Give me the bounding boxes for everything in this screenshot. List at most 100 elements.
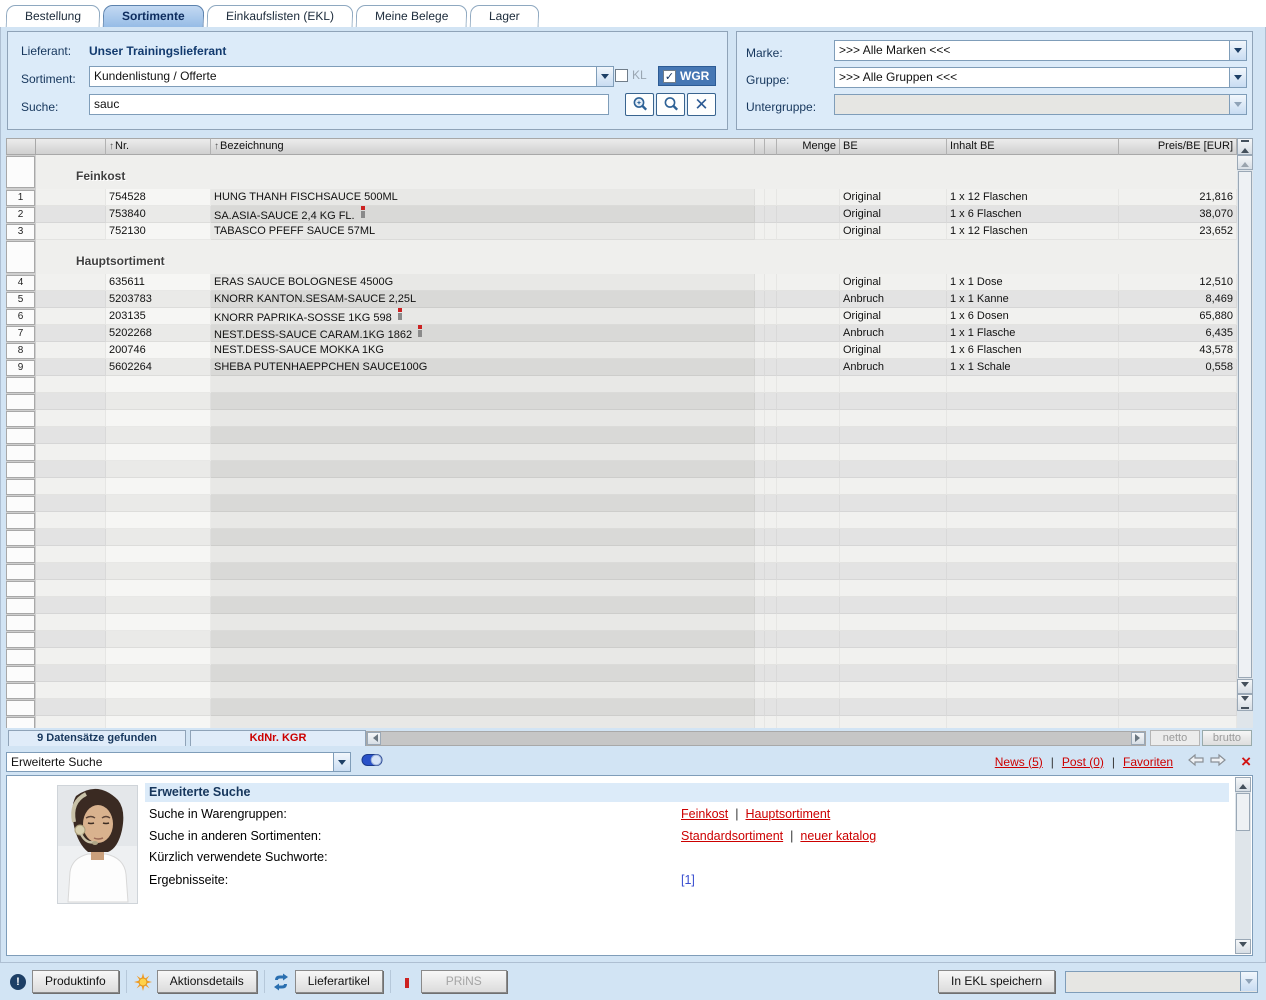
- wgr-checkbox[interactable]: [663, 70, 676, 83]
- tab-meine-belege[interactable]: Meine Belege: [355, 5, 467, 27]
- item-info-icon[interactable]: [418, 325, 422, 337]
- cell-c6: [840, 410, 947, 427]
- table-row[interactable]: 3752130TABASCO PFEFF SAUCE 57MLOriginal1…: [6, 223, 1237, 240]
- header-menge[interactable]: Menge: [777, 138, 840, 155]
- sortiment-combobox[interactable]: Kundenlistung / Offerte: [89, 66, 614, 87]
- tab-lager[interactable]: Lager: [470, 5, 539, 27]
- cell-c7: [947, 427, 1119, 444]
- chevron-down-icon[interactable]: [1229, 41, 1246, 60]
- lieferartikel-button[interactable]: Lieferartikel: [295, 970, 383, 993]
- table-row[interactable]: 75202268NEST.DESS-SAUCE CARAM.1KG 1862An…: [6, 325, 1237, 342]
- scroll-to-bottom-button[interactable]: [1237, 694, 1253, 711]
- search-button[interactable]: [656, 93, 685, 116]
- table-row[interactable]: 2753840SA.ASIA-SAUCE 2,4 KG FL.Original1…: [6, 206, 1237, 223]
- netto-button[interactable]: netto: [1150, 730, 1200, 746]
- prins-info-icon: [397, 976, 417, 988]
- record-count-tab[interactable]: 9 Datensätze gefunden: [8, 730, 186, 746]
- cell-c2: NEST.DESS-SAUCE MOKKA 1KG: [211, 342, 755, 359]
- cell-c3: [755, 393, 765, 410]
- cell-c7: [947, 376, 1119, 393]
- scroll-to-top-button[interactable]: [1237, 138, 1253, 155]
- chevron-down-icon[interactable]: [1229, 68, 1246, 87]
- scroll-right-button[interactable]: [1131, 732, 1145, 745]
- table-row[interactable]: 6203135KNORR PAPRIKA-SOSSE 1KG 598Origin…: [6, 308, 1237, 325]
- neuer-katalog-link[interactable]: neuer katalog: [800, 829, 876, 849]
- gruppe-combobox[interactable]: >>> Alle Gruppen <<<: [834, 67, 1247, 88]
- marke-combobox[interactable]: >>> Alle Marken <<<: [834, 40, 1247, 61]
- cell-c3: [755, 716, 765, 728]
- cell-c7: [947, 614, 1119, 631]
- cell-c0: [36, 512, 106, 529]
- item-info-icon[interactable]: [398, 308, 402, 320]
- cell-c1: 5202268: [106, 325, 211, 342]
- cell-c0: [36, 223, 106, 240]
- hauptsortiment-link[interactable]: Hauptsortiment: [746, 807, 831, 827]
- header-nr[interactable]: Nr.: [106, 138, 211, 155]
- cell-c8: [1119, 563, 1237, 580]
- feinkost-link[interactable]: Feinkost: [681, 807, 728, 827]
- cell-c4: [765, 410, 777, 427]
- vertical-scrollbar[interactable]: [1237, 138, 1253, 728]
- scroll-up-button[interactable]: [1237, 155, 1253, 170]
- suche-label: Suche:: [21, 100, 58, 114]
- close-assistant-icon[interactable]: [1241, 753, 1251, 770]
- cell-c7: 1 x 1 Kanne: [947, 291, 1119, 308]
- news-link[interactable]: News (5): [995, 755, 1043, 769]
- standardsortiment-link[interactable]: Standardsortiment: [681, 829, 783, 849]
- chevron-down-icon[interactable]: [596, 67, 613, 86]
- horizontal-scroll-track[interactable]: [381, 732, 1131, 745]
- header-bezeichnung[interactable]: Bezeichnung: [211, 138, 755, 155]
- cell-c3: [755, 308, 765, 325]
- cell-c1: 203135: [106, 308, 211, 325]
- assistant-mode-combobox[interactable]: Erweiterte Suche: [6, 752, 351, 772]
- aktionsdetails-button[interactable]: Aktionsdetails: [157, 970, 257, 993]
- item-info-icon[interactable]: [361, 206, 365, 218]
- scroll-down-button[interactable]: [1237, 679, 1253, 694]
- forward-arrow-icon[interactable]: [1209, 753, 1227, 770]
- scroll-left-button[interactable]: [367, 732, 381, 745]
- back-arrow-icon[interactable]: [1187, 753, 1205, 770]
- tab-sortimente[interactable]: Sortimente: [103, 5, 204, 27]
- cell-c4: [765, 325, 777, 342]
- cell-c7: [947, 682, 1119, 699]
- header-inhalt-be[interactable]: Inhalt BE: [947, 138, 1119, 155]
- toggle-on-icon[interactable]: [361, 753, 383, 770]
- kdnr-kgr-tab[interactable]: KdNr. KGR: [190, 730, 366, 746]
- brutto-button[interactable]: brutto: [1202, 730, 1252, 746]
- clear-search-button[interactable]: ✕: [687, 93, 716, 116]
- table-row[interactable]: 55203783KNORR KANTON.SESAM-SAUCE 2,25LAn…: [6, 291, 1237, 308]
- result-page-link[interactable]: [1]: [681, 873, 695, 893]
- table-row[interactable]: 95602264SHEBA PUTENHAEPPCHEN SAUCE100GAn…: [6, 359, 1237, 376]
- favoriten-link[interactable]: Favoriten: [1123, 755, 1173, 769]
- panel-scroll-down-button[interactable]: [1235, 939, 1251, 954]
- table-row[interactable]: 4635611ERAS SAUCE BOLOGNESE 4500GOrigina…: [6, 274, 1237, 291]
- cell-c4: [765, 461, 777, 478]
- panel-scrollbar-thumb[interactable]: [1236, 793, 1250, 831]
- cell-c8: [1119, 665, 1237, 682]
- tab-einkaufslisten[interactable]: Einkaufslisten (EKL): [206, 5, 353, 27]
- panel-scrollbar[interactable]: [1235, 777, 1251, 954]
- table-row-empty: [6, 427, 1237, 444]
- panel-scroll-up-button[interactable]: [1235, 777, 1251, 792]
- row-number: [6, 156, 35, 188]
- row-gutter: [6, 614, 36, 631]
- post-link[interactable]: Post (0): [1062, 755, 1104, 769]
- cell-c7: [947, 563, 1119, 580]
- produktinfo-button[interactable]: Produktinfo: [32, 970, 119, 993]
- header-preis-be[interactable]: Preis/BE [EUR]: [1119, 138, 1237, 155]
- table-row[interactable]: 8200746NEST.DESS-SAUCE MOKKA 1KGOriginal…: [6, 342, 1237, 359]
- horizontal-scrollbar[interactable]: [366, 731, 1146, 746]
- scrollbar-thumb[interactable]: [1238, 171, 1252, 678]
- wgr-checkbox-group[interactable]: WGR: [658, 66, 716, 86]
- tab-bestellung[interactable]: Bestellung: [6, 5, 101, 27]
- cell-c0: [36, 444, 106, 461]
- table-row[interactable]: 1754528HUNG THANH FISCHSAUCE 500MLOrigin…: [6, 189, 1237, 206]
- save-to-ekl-button[interactable]: In EKL speichern: [938, 970, 1055, 993]
- header-be[interactable]: BE: [840, 138, 947, 155]
- cell-c2: [211, 546, 755, 563]
- cell-c7: 1 x 1 Schale: [947, 359, 1119, 376]
- supplier-filter-panel: Lieferant: Unser Trainingslieferant Sort…: [7, 31, 728, 130]
- chevron-down-icon[interactable]: [333, 753, 350, 772]
- search-in-results-button[interactable]: [625, 93, 654, 116]
- search-input[interactable]: sauc: [89, 94, 609, 115]
